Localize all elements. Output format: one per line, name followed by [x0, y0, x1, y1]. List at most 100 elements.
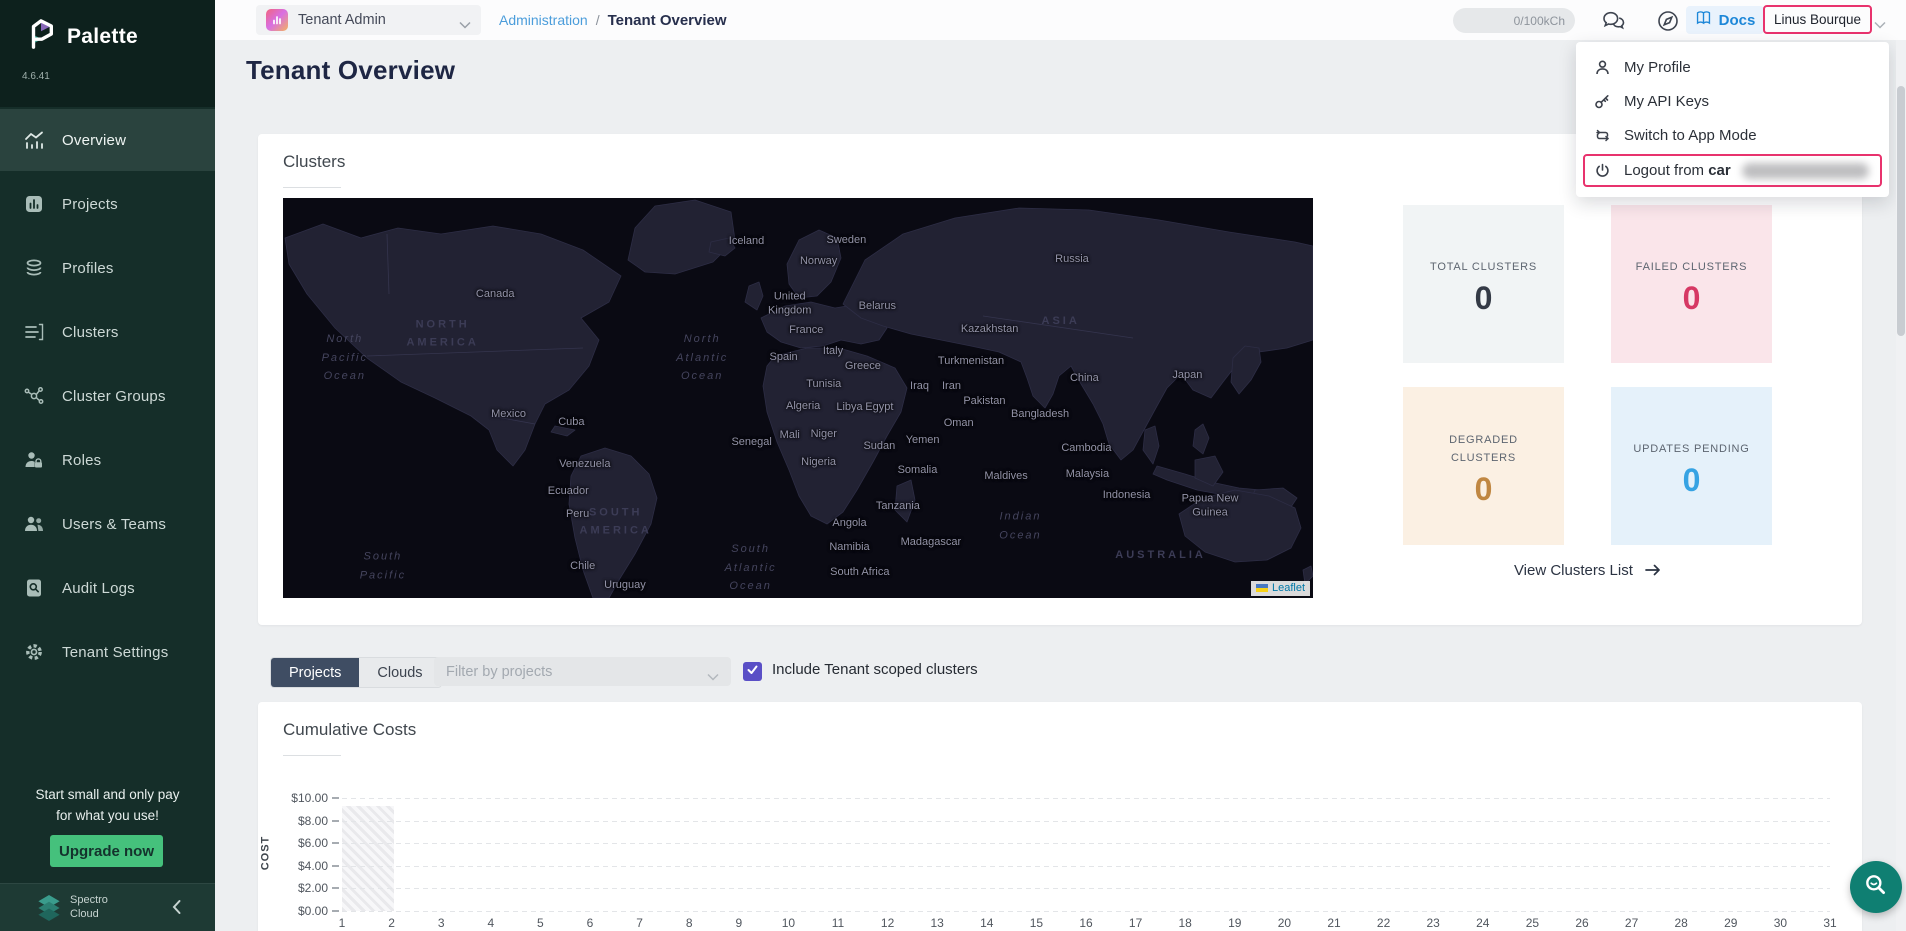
cumulative-costs-card: Cumulative Costs COST $10.00$8.00$6.00$4… [258, 702, 1862, 931]
cluster-stats-grid: TOTAL CLUSTERS 0 FAILED CLUSTERS 0 DEGRA… [1403, 205, 1772, 539]
spectro-cloud-wordmark: Spectro Cloud [70, 893, 108, 922]
x-axis-tick: 18 [1179, 916, 1192, 930]
scope-select[interactable]: Tenant Admin [256, 5, 481, 35]
divider [283, 187, 341, 188]
page: Palette 4.6.41 Overview Projects Profile… [0, 0, 1906, 931]
compass-icon[interactable] [1655, 8, 1681, 34]
chevron-down-icon [459, 16, 471, 24]
upsell-text: Start small and only pay for what you us… [0, 785, 215, 827]
y-axis-tick: $6.00 [282, 836, 328, 850]
user-icon [1594, 59, 1611, 76]
usage-pill: 0/100kCh [1453, 8, 1575, 33]
gridline [342, 821, 1830, 822]
sidebar-item-roles[interactable]: Roles [0, 429, 215, 491]
arrow-right-icon [1645, 563, 1661, 580]
y-tick-mark [332, 887, 339, 889]
scope-tabs: Projects Clouds [270, 657, 442, 688]
tenant-settings-icon [23, 641, 45, 663]
help-widget-button[interactable] [1850, 861, 1902, 913]
sidebar-item-users-teams[interactable]: Users & Teams [0, 493, 215, 555]
tenant-admin-icon [266, 9, 288, 31]
x-axis-tick: 27 [1625, 916, 1638, 930]
menu-item-my-profile[interactable]: My Profile [1576, 50, 1889, 84]
sidebar-item-clusters[interactable]: Clusters [0, 301, 215, 363]
clusters-card: Clusters [258, 134, 1862, 625]
stat-label: DEGRADED CLUSTERS [1424, 432, 1544, 467]
spectro-cloud-logo-icon [36, 894, 62, 927]
chart-y-axis-label: COST [259, 836, 271, 871]
docs-button[interactable]: Docs [1686, 6, 1764, 34]
sidebar-item-tenant-settings[interactable]: Tenant Settings [0, 621, 215, 683]
filter-row: Projects Clouds Filter by projects Inclu… [215, 657, 1906, 687]
x-axis-tick: 10 [782, 916, 795, 930]
sidebar-item-label: Clusters [62, 324, 119, 341]
stat-updates-pending: UPDATES PENDING 0 [1611, 387, 1772, 545]
tab-clouds[interactable]: Clouds [359, 658, 440, 687]
vertical-scrollbar[interactable] [1896, 40, 1906, 931]
chevron-down-icon[interactable] [1874, 16, 1886, 24]
redacted-org-name [1742, 163, 1869, 179]
view-clusters-list-label: View Clusters List [1514, 562, 1633, 579]
key-icon [1594, 93, 1611, 110]
breadcrumb-current: Tenant Overview [608, 12, 727, 29]
x-axis-tick: 25 [1526, 916, 1539, 930]
power-icon [1594, 162, 1611, 179]
scope-select-value: Tenant Admin [298, 12, 449, 28]
user-menu-trigger[interactable]: Linus Bourque [1763, 5, 1872, 34]
x-axis-tick: 28 [1675, 916, 1688, 930]
sidebar-item-label: Tenant Settings [62, 644, 168, 661]
roles-icon [23, 449, 45, 471]
page-title: Tenant Overview [246, 55, 455, 86]
x-axis-tick: 2 [388, 916, 395, 930]
upgrade-now-button[interactable]: Upgrade now [50, 835, 163, 867]
sidebar-item-audit-logs[interactable]: Audit Logs [0, 557, 215, 619]
scrollbar-thumb[interactable] [1897, 86, 1905, 336]
tenant-scoped-checkbox[interactable] [743, 662, 762, 681]
x-axis-tick: 4 [487, 916, 494, 930]
app-version: 4.6.41 [22, 71, 50, 82]
sidebar-item-label: Projects [62, 196, 118, 213]
clusters-card-title: Clusters [283, 152, 345, 172]
projects-icon [23, 193, 45, 215]
sidebar-item-projects[interactable]: Projects [0, 173, 215, 235]
users-teams-icon [23, 513, 45, 535]
stat-label: FAILED CLUSTERS [1636, 259, 1748, 277]
logout-org-name: car [1708, 162, 1731, 179]
docs-icon [1695, 9, 1712, 31]
x-axis-tick: 9 [735, 916, 742, 930]
y-axis-tick: $8.00 [282, 814, 328, 828]
world-map[interactable]: IcelandSwedenNorwayRussiaCanadaUnited Ki… [283, 198, 1313, 598]
x-axis-tick: 24 [1476, 916, 1489, 930]
menu-item-my-api-keys[interactable]: My API Keys [1576, 84, 1889, 118]
leaflet-link: Leaflet [1272, 582, 1305, 594]
switch-icon [1594, 127, 1611, 144]
menu-item-switch-app-mode[interactable]: Switch to App Mode [1576, 118, 1889, 152]
x-axis-tick: 21 [1327, 916, 1340, 930]
sidebar-collapse-button[interactable] [166, 896, 188, 918]
tab-projects[interactable]: Projects [271, 658, 359, 687]
x-axis-tick: 30 [1774, 916, 1787, 930]
stat-value: 0 [1683, 462, 1701, 499]
tenant-scoped-label[interactable]: Include Tenant scoped clusters [772, 661, 978, 678]
map-attribution[interactable]: Leaflet [1251, 581, 1310, 596]
menu-item-logout[interactable]: Logout from car [1583, 154, 1882, 187]
chat-icon[interactable] [1600, 8, 1626, 34]
sidebar-item-profiles[interactable]: Profiles [0, 237, 215, 299]
divider [283, 755, 341, 756]
x-axis-tick: 8 [686, 916, 693, 930]
docs-label: Docs [1719, 12, 1756, 29]
sidebar-item-overview[interactable]: Overview [0, 109, 215, 171]
x-axis-tick: 7 [636, 916, 643, 930]
filter-by-projects-select[interactable]: Filter by projects [434, 657, 731, 686]
breadcrumb-administration-link[interactable]: Administration [499, 12, 588, 28]
clusters-icon [23, 321, 45, 343]
cluster-groups-icon [23, 385, 45, 407]
x-axis-tick: 31 [1823, 916, 1836, 930]
x-axis-tick: 17 [1129, 916, 1142, 930]
menu-item-label: My Profile [1624, 59, 1691, 76]
x-axis-tick: 13 [931, 916, 944, 930]
view-clusters-list-link[interactable]: View Clusters List [1403, 562, 1772, 579]
sidebar-footer: Spectro Cloud [0, 883, 215, 931]
sidebar-item-cluster-groups[interactable]: Cluster Groups [0, 365, 215, 427]
x-axis-tick: 20 [1278, 916, 1291, 930]
